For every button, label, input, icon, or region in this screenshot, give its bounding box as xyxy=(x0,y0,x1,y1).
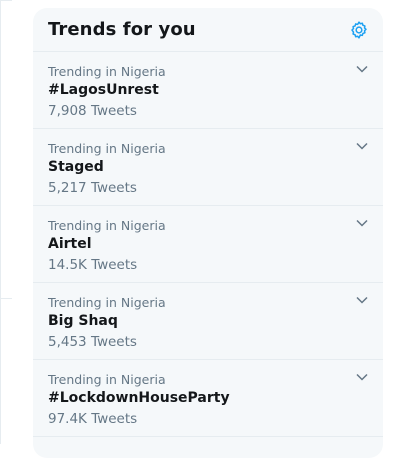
trend-tweet-count: 5,217 Tweets xyxy=(48,180,137,196)
chevron-down-icon[interactable] xyxy=(355,292,369,306)
trend-context: Trending in Nigeria xyxy=(48,218,166,233)
trend-context: Trending in Nigeria xyxy=(48,295,166,310)
trend-context: Trending in Nigeria xyxy=(48,372,166,387)
divider-mark xyxy=(0,0,12,1)
trend-item[interactable]: Trending in Nigeria Airtel 14.5K Tweets xyxy=(33,206,383,283)
chevron-down-icon[interactable] xyxy=(355,61,369,75)
trend-tweet-count: 5,453 Tweets xyxy=(48,334,137,350)
trend-name[interactable]: #LockdownHouseParty xyxy=(48,390,230,406)
trends-header: Trends for you xyxy=(33,8,383,52)
trend-item[interactable]: Trending in Nigeria #LockdownHouseParty … xyxy=(33,360,383,437)
trend-tweet-count: 14.5K Tweets xyxy=(48,257,138,273)
trend-name[interactable]: Staged xyxy=(48,159,104,175)
trend-item[interactable]: Trending in Nigeria Staged 5,217 Tweets xyxy=(33,129,383,206)
trend-tweet-count: 7,908 Tweets xyxy=(48,103,137,119)
trend-name[interactable]: #LagosUnrest xyxy=(48,82,159,98)
trend-name[interactable]: Big Shaq xyxy=(48,313,118,329)
chevron-down-icon[interactable] xyxy=(355,138,369,152)
trend-item[interactable]: Trending in Nigeria Big Shaq 5,453 Tweet… xyxy=(33,283,383,360)
trend-context: Trending in Nigeria xyxy=(48,64,166,79)
trends-panel: Trends for you Trending in Nigeria #Lago… xyxy=(33,8,383,458)
trend-tweet-count: 97.4K Tweets xyxy=(48,411,138,427)
trend-item[interactable]: Trending in Nigeria #LagosUnrest 7,908 T… xyxy=(33,52,383,129)
divider-mark xyxy=(0,298,12,299)
trend-name[interactable]: Airtel xyxy=(48,236,92,252)
trends-title: Trends for you xyxy=(48,19,196,40)
gear-icon[interactable] xyxy=(349,20,369,40)
left-column-border xyxy=(0,0,1,444)
trend-context: Trending in Nigeria xyxy=(48,141,166,156)
chevron-down-icon[interactable] xyxy=(355,369,369,383)
chevron-down-icon[interactable] xyxy=(355,215,369,229)
